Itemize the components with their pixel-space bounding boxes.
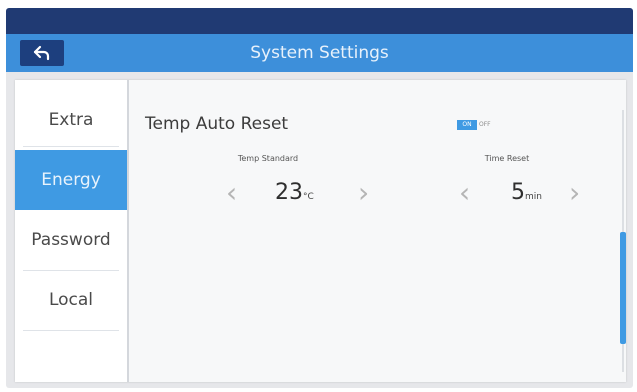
temp-decrease-button[interactable]: ‹ [226, 178, 237, 208]
chevron-right-icon: › [358, 176, 370, 209]
top-status-strip [6, 8, 633, 34]
toggle-off-label: OFF [479, 121, 491, 128]
chevron-right-icon: › [569, 176, 581, 209]
toggle-on-label: ON [457, 120, 477, 130]
time-number: 5 [511, 180, 525, 205]
settings-panel: Extra Energy Password Local Temp Auto Re… [15, 80, 626, 382]
energy-settings-content: Temp Auto Reset ON OFF Temp Standard ‹ 2… [129, 80, 626, 382]
header-bar: System Settings [6, 34, 633, 72]
temp-increase-button[interactable]: › [358, 178, 369, 208]
page-title: System Settings [250, 43, 389, 63]
sidebar-item-password[interactable]: Password [15, 210, 127, 270]
section-title: Temp Auto Reset [145, 114, 289, 134]
temp-standard-label: Temp Standard [237, 154, 299, 163]
temp-unit: °C [303, 192, 314, 202]
time-decrease-button[interactable]: ‹ [459, 178, 470, 208]
time-unit: min [525, 192, 542, 202]
sidebar-item-local[interactable]: Local [15, 270, 127, 330]
auto-reset-toggle[interactable]: ON OFF [457, 120, 503, 130]
sidebar-item-energy[interactable]: Energy [15, 150, 127, 210]
chevron-left-icon: ‹ [459, 176, 471, 209]
time-value: 5min [511, 178, 542, 212]
sidebar-divider [23, 330, 119, 331]
settings-window: System Settings Extra Energy Password Lo… [6, 8, 633, 388]
sidebar-divider [23, 146, 119, 147]
temp-number: 23 [275, 180, 303, 205]
scrollbar-thumb[interactable] [620, 232, 626, 344]
chevron-left-icon: ‹ [226, 176, 238, 209]
settings-sidebar: Extra Energy Password Local [15, 80, 129, 382]
sidebar-item-extra[interactable]: Extra [15, 90, 127, 150]
temp-value: 23°C [275, 178, 314, 212]
time-increase-button[interactable]: › [569, 178, 580, 208]
time-reset-label: Time Reset [484, 154, 530, 163]
